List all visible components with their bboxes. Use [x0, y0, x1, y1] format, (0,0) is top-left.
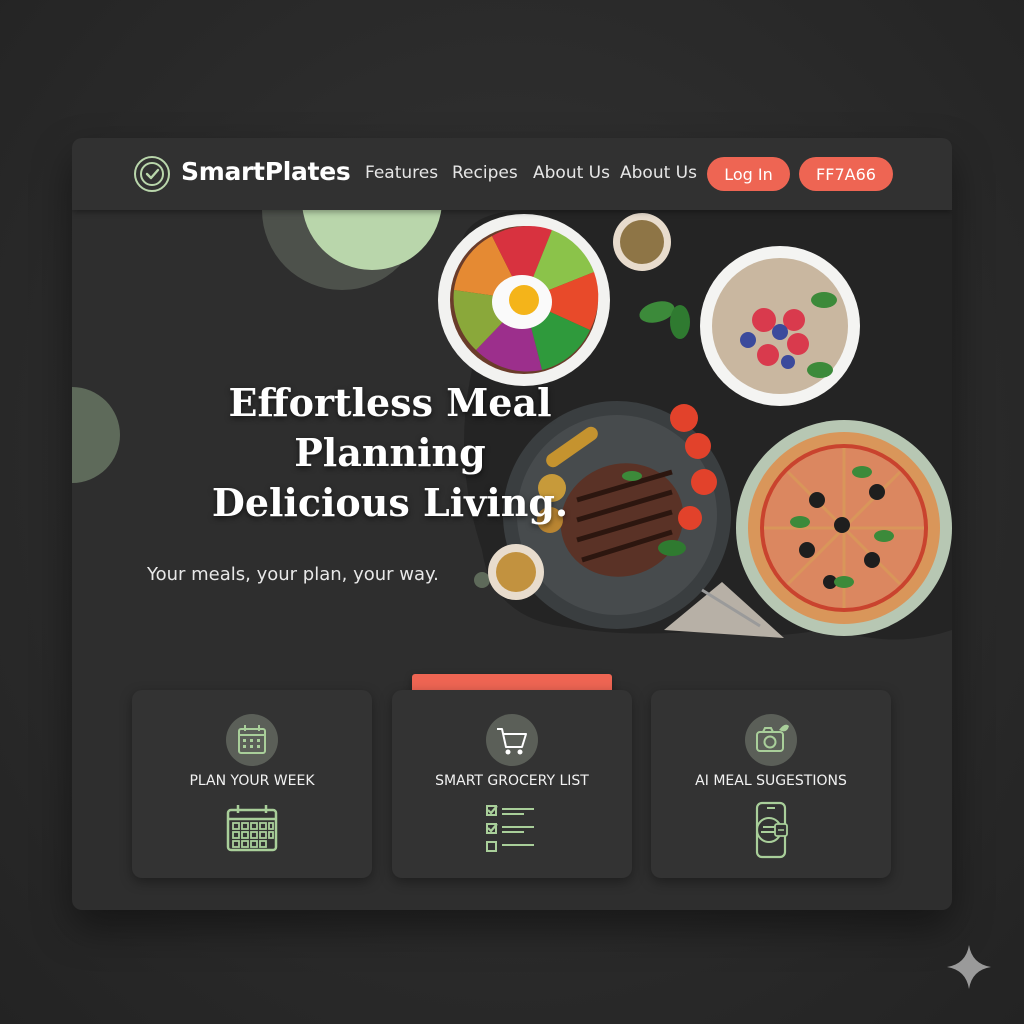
nav-link-recipes[interactable]: Recipes — [452, 163, 518, 183]
smoothie-bowl — [700, 246, 860, 406]
feature-card-plan-week[interactable]: PLAN YOUR WEEK — [132, 690, 372, 878]
hero-subline: Your meals, your plan, your way. — [147, 564, 439, 585]
smartphone-food-icon — [755, 801, 788, 859]
nav-link-about-us[interactable]: About Us — [533, 163, 610, 183]
spice-bowl — [613, 213, 671, 271]
pizza-plate — [736, 420, 952, 636]
feature-title-plan-week: PLAN YOUR WEEK — [189, 773, 315, 789]
deco-dot — [474, 572, 490, 588]
hero-headline-line2: Delicious Living. — [211, 480, 569, 525]
brand-name[interactable]: SmartPlates — [181, 157, 351, 186]
checkmark-logo-icon[interactable] — [133, 155, 171, 193]
deco-half-circle-left — [72, 387, 120, 483]
app-window: SmartPlates Features Recipes About Us Ab… — [72, 138, 952, 910]
nav-link-features[interactable]: Features — [365, 163, 438, 183]
basil-leaf — [670, 305, 690, 339]
sparkle-icon — [947, 945, 991, 989]
camera-leaf-icon — [745, 714, 797, 766]
shopping-cart-icon — [486, 714, 538, 766]
feature-card-ai-suggestions[interactable]: AI MEAL SUGESTIONS — [651, 690, 891, 878]
feature-title-grocery-list: SMART GROCERY LIST — [435, 773, 589, 789]
calendar-grid-icon — [226, 805, 278, 852]
top-nav: SmartPlates Features Recipes About Us Ab… — [72, 138, 952, 210]
feature-title-ai-suggestions: AI MEAL SUGESTIONS — [695, 773, 847, 789]
calendar-icon — [226, 714, 278, 766]
checklist-icon — [486, 805, 534, 852]
nav-cta-button[interactable]: FF7A66 — [799, 157, 893, 191]
spice-bowl-small — [488, 544, 544, 600]
hero-headline-line1: Effortless Meal Planning — [228, 380, 552, 475]
feature-card-grocery-list[interactable]: SMART GROCERY LIST — [392, 690, 632, 878]
veggie-bowl — [438, 214, 610, 386]
login-button[interactable]: Log In — [707, 157, 790, 191]
hero-section: Effortless Meal Planning Delicious Livin… — [72, 210, 952, 717]
nav-link-about-us-2[interactable]: About Us — [620, 163, 697, 183]
hero-headline: Effortless Meal Planning Delicious Livin… — [130, 378, 650, 528]
